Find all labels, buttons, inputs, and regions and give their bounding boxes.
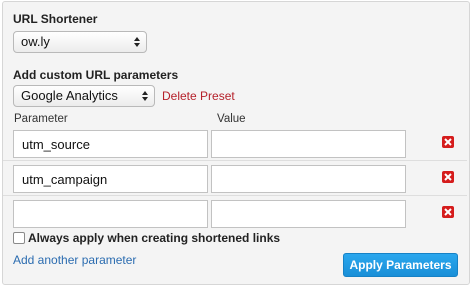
preset-select[interactable]: Google Analytics [13, 85, 155, 107]
parameter-input[interactable]: utm_campaign [13, 165, 208, 193]
parameter-input[interactable] [13, 200, 208, 228]
value-input[interactable] [211, 200, 406, 228]
delete-row-icon[interactable] [442, 206, 454, 218]
value-input[interactable] [211, 165, 406, 193]
value-input[interactable] [211, 130, 406, 158]
parameter-column-label: Parameter [14, 113, 68, 125]
select-arrows-icon [141, 88, 149, 104]
value-column-label: Value [217, 113, 246, 125]
parameter-input[interactable]: utm_source [13, 130, 208, 158]
url-shortener-title: URL Shortener [13, 12, 98, 26]
custom-params-title: Add custom URL parameters [13, 68, 179, 82]
url-shortener-select[interactable]: ow.ly [13, 31, 147, 53]
preset-select-value: Google Analytics [21, 88, 118, 103]
select-arrows-icon [133, 34, 141, 50]
add-parameter-link[interactable]: Add another parameter [13, 253, 136, 267]
apply-parameters-button[interactable]: Apply Parameters [343, 253, 458, 277]
row-divider [3, 160, 467, 161]
delete-row-icon[interactable] [442, 171, 454, 183]
url-shortener-select-value: ow.ly [21, 34, 50, 49]
always-apply-checkbox[interactable] [13, 232, 25, 244]
delete-preset-link[interactable]: Delete Preset [162, 89, 235, 103]
row-divider [3, 195, 467, 196]
delete-row-icon[interactable] [442, 136, 454, 148]
always-apply-label: Always apply when creating shortened lin… [28, 231, 281, 245]
